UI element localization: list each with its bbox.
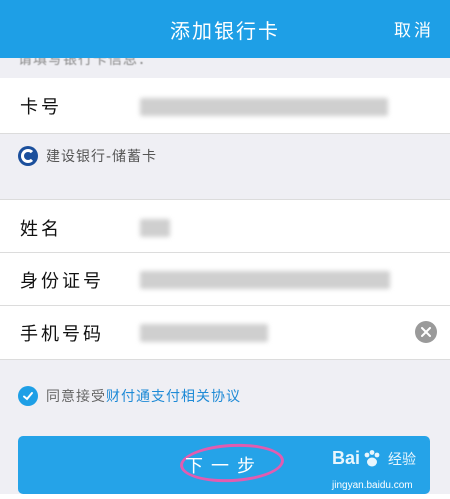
card-number-row[interactable]: 卡号 bbox=[0, 78, 450, 134]
bank-info: 建设银行-储蓄卡 bbox=[18, 146, 157, 166]
cancel-button[interactable]: 取消 bbox=[394, 16, 434, 41]
clear-icon[interactable] bbox=[415, 321, 437, 343]
watermark-logo-left: Bai bbox=[332, 448, 361, 468]
card-number-input[interactable] bbox=[140, 98, 388, 116]
check-icon[interactable] bbox=[18, 386, 38, 406]
form-hint: 请填写银行卡信息： bbox=[18, 58, 318, 74]
paw-icon bbox=[364, 449, 380, 466]
watermark-logo: Bai 经验 bbox=[332, 448, 416, 469]
id-number-label: 身份证号 bbox=[20, 271, 104, 292]
name-row[interactable]: 姓名 bbox=[0, 199, 450, 253]
agreement-link[interactable]: 财付通支付相关协议 bbox=[106, 386, 241, 406]
id-number-row[interactable]: 身份证号 bbox=[0, 253, 450, 306]
agreement-prefix: 同意接受 bbox=[46, 389, 106, 405]
ccb-bank-icon bbox=[18, 146, 38, 166]
name-input[interactable] bbox=[140, 219, 170, 237]
header-bar: 添加银行卡 取消 bbox=[0, 0, 450, 58]
bank-name: 建设银行-储蓄卡 bbox=[46, 149, 158, 165]
name-label: 姓名 bbox=[20, 219, 62, 240]
watermark-url: jingyan.baidu.com bbox=[332, 480, 413, 491]
agreement-row[interactable]: 同意接受 财付通支付相关协议 bbox=[18, 386, 241, 406]
card-number-label: 卡号 bbox=[20, 97, 62, 118]
form-hint-text: 请填写银行卡信息： bbox=[18, 58, 153, 68]
id-number-input[interactable] bbox=[140, 271, 390, 289]
phone-input[interactable] bbox=[140, 324, 268, 342]
next-step-label: 下一步 bbox=[185, 456, 263, 477]
phone-row[interactable]: 手机号码 bbox=[0, 306, 450, 360]
phone-label: 手机号码 bbox=[20, 324, 104, 345]
page-title: 添加银行卡 bbox=[170, 18, 280, 43]
baidu-watermark: Bai 经验 jingyan.baidu.com bbox=[332, 448, 446, 496]
watermark-logo-right: 经验 bbox=[388, 450, 417, 467]
